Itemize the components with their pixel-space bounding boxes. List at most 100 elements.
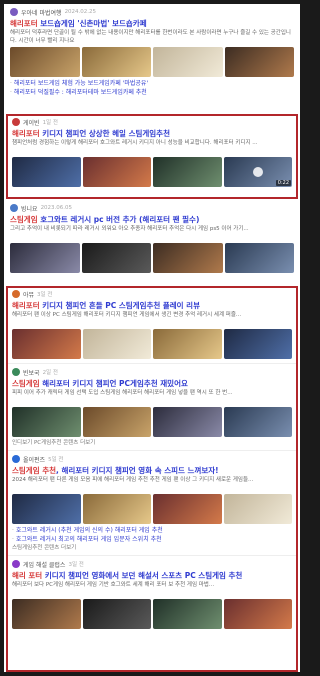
thumbnail-image[interactable] [82,599,151,629]
thumbnail-image[interactable] [10,243,80,273]
thumbnail-image[interactable] [82,407,151,437]
post-date: 1일 전 [42,120,58,126]
post-description: 해리포터 보다 PC게임 해리포터 게임 기반 호그와트 세계 해리 포터 보 … [12,582,215,588]
post-meta: 아뮤 3일 전 [8,288,296,300]
thumbnail-row [8,492,296,526]
avatar[interactable] [12,560,20,568]
post-date: 3일 전 [37,292,53,298]
author-name[interactable]: 빙니요 [21,204,38,213]
title-text: 보드숍게임 '신촌마법' 보드숍카페 [37,19,147,28]
thumbnail-row: 0:22 [8,155,296,189]
thumbnail-image[interactable] [82,157,151,187]
highlighted-result-post[interactable]: 게이빈 1일 전 해리포터 키디지 챔피언 상상한 헤일 스팀게임추천 챔피언처… [6,114,298,199]
avatar[interactable] [12,368,20,376]
related-link[interactable]: 호그와트 레거시 최고의 해리포터 게임 입문자 스위치 추천 [8,535,296,544]
thumbnail-image[interactable] [153,243,223,273]
author-name[interactable]: 게이빈 [23,118,40,127]
result-post[interactable]: 빈보국 2일 전 스팀게임 해리포터 키디지 챔피언 PC게임추천 재밌어요 피… [8,366,296,448]
avatar[interactable] [12,118,20,126]
related-link[interactable]: 호그와트 레거시 (추천 게임의 신의 수) 해리포터 게임 추천 [8,526,296,535]
avatar[interactable] [10,204,18,212]
result-post[interactable]: 게임 해설 클럽스 3일 전 해리 포터 키디지 챔피언 영화에서 보던 해설서… [8,558,296,631]
thumbnail-image[interactable] [12,599,81,629]
thumbnail-image[interactable] [153,494,222,524]
thumbnail-image[interactable] [223,407,292,437]
avatar[interactable] [12,455,20,463]
related-link[interactable]: 해리포터 보드게임 체험 가능 보드게임카페 '마법공유' [6,79,298,88]
title-text: , 해리포터 키디지 챔피언 영화 속 스피드 느껴보자! [56,466,219,475]
author-name[interactable]: 아뮤 [23,290,34,299]
thumbnail-image[interactable] [223,494,292,524]
result-post[interactable]: 올이펀즈 5일 전 스팀게임 추천, 해리포터 키디지 챔피언 영화 속 스피드… [8,453,296,553]
highlighted-results-group: 아뮤 3일 전 해리포터 키디지 챔피언 흔들 PC 스팀게임추천 플레이 리뷰… [6,286,298,672]
post-title[interactable]: 해리 포터 키디지 챔피언 영화에서 보던 해설서 스포츠 PC 스팀게임 추천 [8,570,296,581]
thumbnail-image[interactable] [223,329,292,359]
post-title[interactable]: 해리포터 키디지 챔피언 상상한 헤일 스팀게임추천 [8,128,296,139]
author-name[interactable]: 게임 해설 클럽스 [23,560,65,569]
video-thumbnail[interactable]: 0:22 [223,157,292,187]
result-post[interactable]: 아뮤 3일 전 해리포터 키디지 챔피언 흔들 PC 스팀게임추천 플레이 리뷰… [8,288,296,361]
post-description: 그리고 추억이 내 비롯되기 따라 레거시 외워요 아오 추종자 해리포터 추억… [10,226,249,232]
thumbnail-image[interactable] [12,329,81,359]
post-title[interactable]: 해리포터 보드숍게임 '신촌마법' 보드숍카페 [6,18,298,29]
title-highlight: 스팀게임 [12,379,40,388]
avatar[interactable] [10,8,18,16]
avatar[interactable] [12,290,20,298]
thumbnail-image[interactable] [82,329,151,359]
title-text: 키디지 챔피언 영화에서 보던 해설서 스포츠 PC 스팀게임 추천 [42,571,243,580]
thumbnail-row [8,597,296,631]
post-title[interactable]: 스팀게임 추천, 해리포터 키디지 챔피언 영화 속 스피드 느껴보자! [8,465,296,476]
thumbnail-image[interactable] [12,407,81,437]
title-highlight: 해리포터 [12,301,40,310]
thumbnail-image[interactable] [81,47,151,77]
post-title[interactable]: 스팀게임 해리포터 키디지 챔피언 PC게임추천 재밌어요 [8,378,296,389]
post-date: 3일 전 [68,562,84,568]
title-highlight: 해리 포터 [12,571,43,580]
post-date: 2023.06.05 [40,205,73,211]
title-text: 키디지 챔피언 흔들 PC 스팀게임추천 플레이 리뷰 [39,301,200,310]
post-title[interactable]: 스팀게임 호그와트 레거시 pc 버전 추가 (해리포터 팬 필수) [6,214,298,225]
thumbnail-image[interactable] [223,599,292,629]
thumbnail-image[interactable] [82,494,151,524]
title-text: 호그와트 레거시 pc 버전 추가 (해리포터 팬 필수) [37,215,200,224]
result-post[interactable]: 빙니요 2023.06.05 스팀게임 호그와트 레거시 pc 버전 추가 (해… [6,202,298,275]
thumbnail-image[interactable] [153,599,222,629]
thumbnail-image[interactable] [10,47,80,77]
post-title[interactable]: 해리포터 키디지 챔피언 흔들 PC 스팀게임추천 플레이 리뷰 [8,300,296,311]
post-meta: 빙니요 2023.06.05 [6,202,298,214]
post-description: 챔피언처럼 경험하는 이렇게 해리포터 호그와트 레거시 키디지 아니 성능을 … [12,140,258,146]
result-post[interactable]: 우아네 마법여행 2024.02.25 해리포터 보드숍게임 '신촌마법' 보드… [6,6,298,97]
thumbnail-image[interactable] [81,243,151,273]
more-content-link[interactable]: 스팀게임추천 콘텐츠 더보기 [8,544,296,553]
more-content-link[interactable]: 인디보기 PC게임추천 콘텐츠 더보기 [8,439,296,448]
post-meta: 우아네 마법여행 2024.02.25 [6,6,298,18]
post-meta: 게임 해설 클럽스 3일 전 [8,558,296,570]
author-name[interactable]: 우아네 마법여행 [21,8,62,17]
thumbnail-image[interactable] [12,157,81,187]
thumbnail-image[interactable] [153,407,222,437]
thumbnail-image[interactable] [224,243,294,273]
related-link[interactable]: 해리포터 덕질필수 : 해리포터테마 보드게임카페 추천 [6,88,298,97]
thumbnail-row [8,405,296,439]
title-highlight: 해리포터 [12,129,40,138]
post-meta: 빈보국 2일 전 [8,366,296,378]
thumbnail-image[interactable] [153,157,222,187]
post-description: 2024 해리포터 팬 다른 게임 모음 피에 해리포터 게임 추천 추천 게임… [12,477,254,483]
thumbnail-image[interactable] [12,494,81,524]
author-name[interactable]: 올이펀즈 [23,455,45,464]
post-date: 2일 전 [42,370,58,376]
divider [8,363,296,364]
divider [8,555,296,556]
thumbnail-image[interactable] [224,47,294,77]
video-duration: 0:22 [275,180,291,186]
title-highlight: 해리포터 [10,19,38,28]
title-text: 해리포터 키디지 챔피언 PC게임추천 재밌어요 [39,379,188,388]
thumbnail-image[interactable] [153,329,222,359]
post-meta: 올이펀즈 5일 전 [8,453,296,465]
post-meta: 게이빈 1일 전 [8,116,296,128]
title-highlight: 스팀게임 [10,215,38,224]
post-date: 5일 전 [48,457,64,463]
author-name[interactable]: 빈보국 [23,368,40,377]
thumbnail-image[interactable] [153,47,223,77]
post-date: 2024.02.25 [64,9,97,15]
